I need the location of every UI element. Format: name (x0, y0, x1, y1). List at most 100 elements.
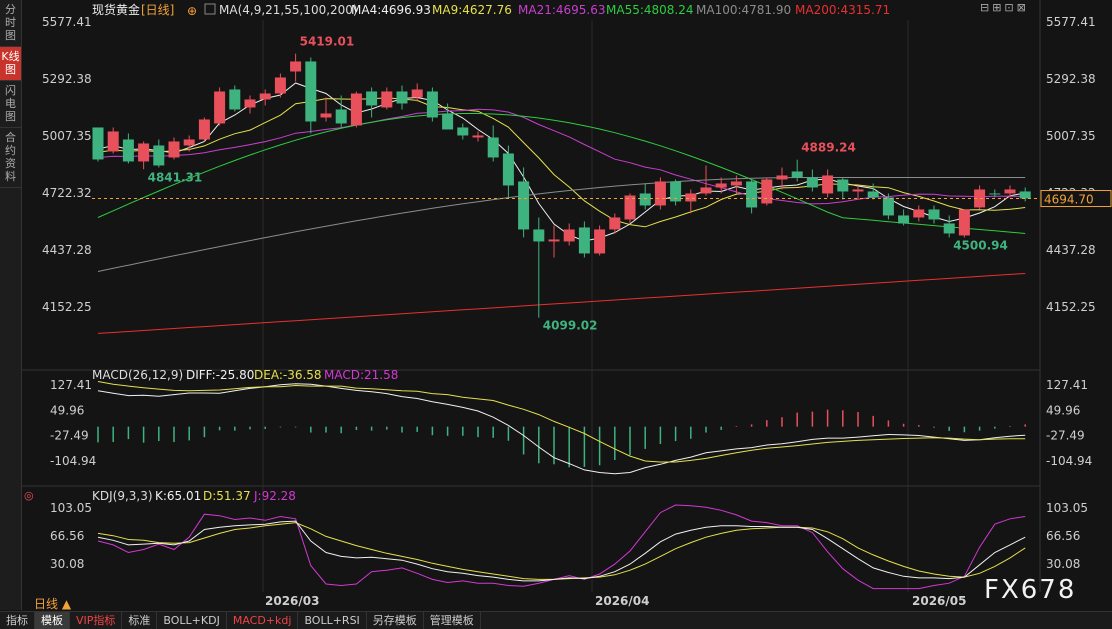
symbol-name: 现货黄金 (92, 2, 140, 17)
price-tick-left: 4437.28 (42, 243, 92, 257)
candle-body (153, 145, 165, 166)
toolbar-tab-4[interactable]: BOLL+KDJ (157, 612, 227, 629)
template-toolbar: 指标 模板 VIP指标 标准 BOLL+KDJ MACD+kdj BOLL+RSI 另存模板管… (0, 611, 1112, 629)
kdj-tick-left: 30.08 (50, 557, 84, 571)
toolbar-tab-2[interactable]: VIP指标 (70, 612, 123, 629)
kdj-tick-right: 30.08 (1046, 557, 1080, 571)
candle-body (168, 141, 180, 158)
price-annotation-3: 4889.24 (801, 141, 856, 155)
kdj-tick-left: 103.05 (50, 501, 92, 515)
price-tick-left: 5577.41 (42, 15, 92, 29)
candle-body (290, 61, 302, 72)
ma9-value: MA9:4627.76 (432, 3, 512, 17)
candle-body (305, 61, 317, 122)
macd-tick-left: 127.41 (50, 378, 92, 392)
candle-body (594, 229, 606, 254)
toolbar-tab-6[interactable]: BOLL+RSI (298, 612, 367, 629)
candle-body (198, 119, 210, 140)
macd-tick-right: 49.96 (1046, 403, 1080, 417)
candle-body (487, 137, 499, 158)
candle-body (882, 197, 894, 216)
macd-tick-left: 49.96 (50, 403, 84, 417)
macd-tick-left: -27.49 (50, 429, 89, 443)
price-tick-right: 4437.28 (1046, 243, 1096, 257)
sidebar-tab-1[interactable]: K线图 (0, 47, 21, 81)
candle-body (502, 153, 514, 186)
x-axis-label-1: 2026/04 (595, 594, 649, 608)
candle-body (822, 175, 834, 194)
candle-body (335, 109, 347, 124)
price-tick-left: 5007.35 (42, 129, 92, 143)
candle-body (92, 127, 104, 160)
price-annotation-0: 5419.01 (300, 35, 355, 49)
sidebar-tab-0[interactable]: 分时图 (0, 0, 21, 47)
toolbar-tab-8[interactable]: 管理模板 (424, 612, 481, 629)
period-selector-button[interactable]: 日线 ▲ (34, 595, 71, 612)
candle-body (518, 181, 530, 230)
candle-body (396, 91, 408, 104)
candle-body (852, 189, 864, 192)
kdj-tick-right: 103.05 (1046, 501, 1088, 515)
period-tag: [日线] (141, 3, 174, 17)
candle-body (244, 99, 256, 108)
candle-body (274, 77, 286, 94)
candle-body (533, 229, 545, 242)
toolbar-tab-1[interactable]: 模板 (35, 612, 70, 629)
price-annotation-4: 4500.94 (953, 238, 1008, 252)
toolbar-tab-3[interactable]: 标准 (122, 612, 158, 629)
toolbar-tab-5[interactable]: MACD+kdj (227, 612, 299, 629)
candle-body (837, 179, 849, 192)
candle-body (229, 89, 241, 110)
candle-body (943, 223, 955, 234)
add-indicator-icon[interactable]: ⊕ (187, 4, 197, 18)
price-annotation-1: 4841.31 (148, 170, 203, 184)
candle-body (685, 193, 697, 202)
macd-tick-right: -27.49 (1046, 429, 1085, 443)
candle-body (138, 143, 150, 162)
macd-diff-value: DIFF:-25.80 (186, 368, 254, 382)
macd-dea-value: DEA:-36.58 (254, 368, 322, 382)
macd-title: MACD(26,12,9) (92, 368, 183, 382)
candle-body (1019, 191, 1031, 199)
candle-body (928, 209, 940, 220)
price-tick-right: 4152.25 (1046, 300, 1096, 314)
sidebar-tab-2[interactable]: 闪电图 (0, 81, 21, 128)
candle-body (867, 191, 879, 198)
price-tick-left: 5292.38 (42, 72, 92, 86)
toolbar-tab-0[interactable]: 指标 (0, 612, 35, 629)
candle-body (761, 179, 773, 204)
toolbar-tab-7[interactable]: 另存模板 (367, 612, 424, 629)
kdj-tick-left: 66.56 (50, 529, 84, 543)
sidebar-tab-3[interactable]: 合约资料 (0, 128, 21, 188)
candle-body (548, 239, 560, 242)
candle-body (381, 91, 393, 108)
kdj-d-value: D:51.37 (203, 489, 251, 503)
candle-body (411, 89, 423, 98)
candle-body (259, 93, 271, 100)
kdj-settings-icon[interactable]: ◎ (24, 489, 34, 502)
candle-body (457, 127, 469, 136)
candle-body (639, 193, 651, 206)
x-axis-label-0: 2026/03 (265, 594, 319, 608)
candle-body (609, 217, 621, 230)
chart-canvas[interactable]: 5419.01 4841.31 4099.02 4889.24 4500.94 5577… (0, 0, 1112, 610)
candle-body (730, 181, 742, 186)
fx678-watermark: FX678 (984, 575, 1077, 605)
candle-body (898, 215, 910, 224)
candle-body (426, 91, 438, 118)
ma21-value: MA21:4695.63 (518, 3, 606, 17)
candle-body (776, 175, 788, 180)
last-price-label: 4694.70 (1044, 193, 1094, 207)
price-tick-left: 4152.25 (42, 300, 92, 314)
price-tick-right: 5007.35 (1046, 129, 1096, 143)
candle-body (989, 193, 1001, 195)
macd-tick-right: -104.94 (1046, 454, 1092, 468)
candle-body (472, 135, 484, 138)
candle-body (214, 91, 226, 124)
macd-tick-left: -104.94 (50, 454, 96, 468)
window-tools[interactable]: ⊟⊞⊡⊠ (980, 1, 1029, 14)
ma-params: MA(4,9,21,55,100,200) (219, 3, 358, 17)
macd-hist-value: MACD:21.58 (324, 368, 398, 382)
view-sidebar: 分时图 K线图 闪电图 合约资料 (0, 0, 22, 610)
candle-body (442, 113, 454, 130)
